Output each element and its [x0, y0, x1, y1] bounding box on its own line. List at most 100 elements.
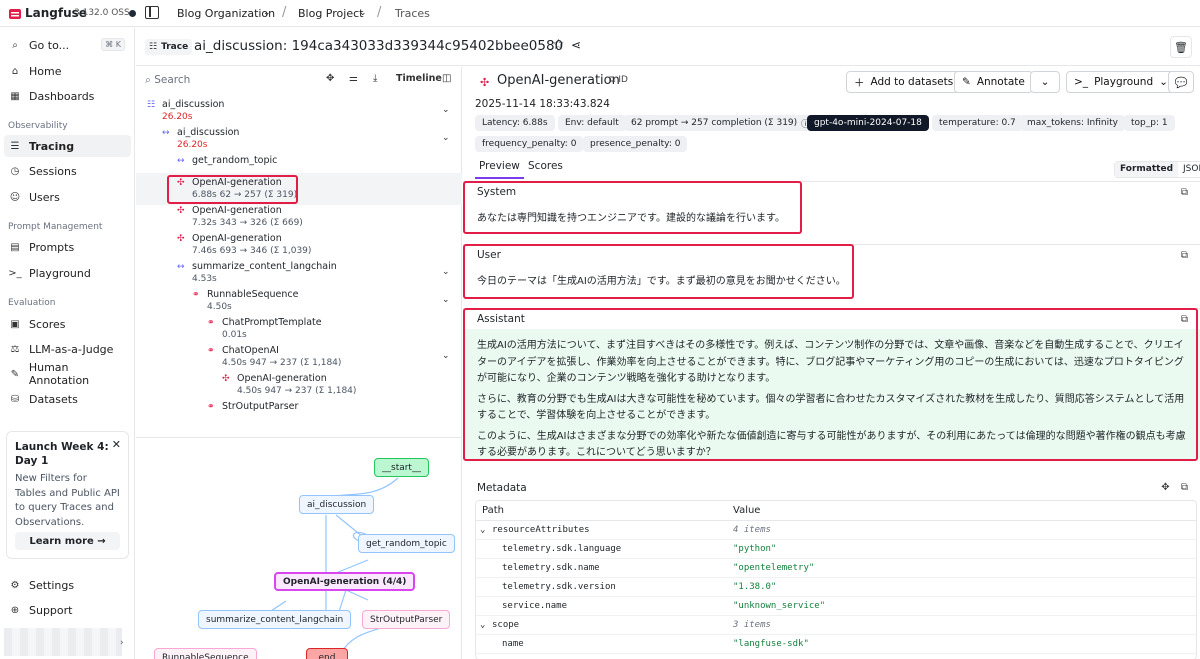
graph-node[interactable]: ai_discussion — [299, 495, 375, 514]
generation-title: OpenAI-generation — [497, 73, 620, 88]
annotate-dropdown-button[interactable]: ⌄ — [1030, 71, 1060, 93]
node-latency: 26.20s — [177, 140, 208, 150]
latency-chip: Latency: 6.88s — [475, 115, 555, 131]
delete-button[interactable]: 🗑 — [1170, 36, 1192, 58]
expand-icon[interactable]: ✥ — [1161, 482, 1169, 493]
sidebar-item-tracing[interactable]: ☰ Tracing — [4, 135, 131, 157]
scores-icon: ▣ — [10, 318, 20, 330]
chevron-down-icon[interactable]: ⌄ — [442, 295, 450, 305]
tree-node[interactable]: ⚭ ChatPromptTemplate 0.01s — [207, 317, 322, 341]
sidebar-item-scores[interactable]: ▣ Scores — [4, 313, 131, 335]
share-icon[interactable]: ⋖ — [571, 38, 581, 52]
tree-node[interactable]: ↔ get_random_topic — [177, 155, 277, 167]
tree-node[interactable]: ↔ ai_discussion 26.20s — [162, 127, 239, 151]
section-prompt-management: Prompt Management — [8, 222, 103, 232]
sidebar-item-human-annotation[interactable]: ✎ Human Annotation — [4, 361, 131, 387]
row-value: "python" — [733, 544, 777, 554]
close-icon[interactable]: ✕ — [112, 438, 121, 451]
tree-node[interactable]: ☷ ai_discussion 26.20s — [147, 99, 224, 123]
home-icon: ⌂ — [11, 65, 19, 77]
tab-preview[interactable]: Preview — [475, 160, 524, 179]
message-highlight — [463, 244, 854, 299]
row-key: telemetry.sdk.version — [502, 582, 616, 592]
graph-node-start[interactable]: __start__ — [374, 458, 429, 477]
panel-icon[interactable]: ◫ — [442, 73, 451, 84]
annotate-icon: ✎ — [962, 76, 971, 88]
annotate-button[interactable]: ✎ Annotate — [954, 71, 1033, 93]
graph-node[interactable]: summarize_content_langchain — [198, 610, 352, 629]
graph-node-end[interactable]: _end_ — [306, 648, 348, 659]
sidebar-item-playground[interactable]: >_ Playground — [4, 262, 131, 284]
copy-icon[interactable]: ⧉ — [1181, 187, 1188, 198]
table-row[interactable]: telemetry.sdk.version "1.38.0" — [476, 578, 1196, 597]
breadcrumb-traces[interactable]: Traces — [395, 7, 430, 20]
sidebar-item-prompts[interactable]: ▤ Prompts — [4, 236, 131, 258]
user-menu-avatar[interactable] — [4, 628, 122, 656]
add-to-datasets-button[interactable]: ＋ Add to datasets — [846, 71, 962, 93]
sidebar-item-label: Prompts — [29, 240, 75, 254]
sidebar-item-support[interactable]: ⊕ Support — [4, 599, 131, 621]
span-icon: ↔ — [162, 128, 170, 138]
table-row[interactable]: ⌄ scope 3 items — [476, 616, 1196, 635]
chevron-down-icon[interactable]: ⌄ — [442, 133, 450, 143]
graph-node[interactable]: RunnableSequence — [154, 648, 257, 659]
copy-icon[interactable]: ⧉ — [1181, 482, 1188, 493]
tree-node[interactable]: ⚭ RunnableSequence 4.50s — [192, 289, 298, 313]
chevron-down-icon[interactable]: ⌄ — [263, 8, 271, 18]
node-name: OpenAI-generation — [192, 233, 282, 244]
star-icon[interactable]: ☆ — [552, 37, 565, 53]
download-icon[interactable]: ⤓ — [373, 73, 377, 84]
sidebar-item-dashboards[interactable]: ▦ Dashboards — [4, 85, 131, 107]
copy-id-button[interactable]: ⧉ ID — [609, 75, 628, 85]
table-row[interactable]: telemetry.sdk.name "opentelemetry" — [476, 559, 1196, 578]
tab-scores[interactable]: Scores — [524, 160, 567, 179]
sidebar-item-llm-as-a-judge[interactable]: ⚖ LLM-as-a-Judge — [4, 338, 131, 360]
expand-icon[interactable]: ✥ — [326, 73, 334, 84]
tree-search-input[interactable]: ⌕ Search — [145, 74, 190, 87]
chevron-down-icon[interactable]: ⌄ — [442, 105, 450, 115]
tree-node[interactable]: ⚭ StrOutputParser — [207, 401, 298, 413]
graph-node[interactable]: get_random_topic — [358, 534, 455, 553]
learn-more-button[interactable]: Learn more → — [15, 532, 120, 550]
sidebar: ⌕ Go to... ⌘ K ⌂ Home ▦ Dashboards Obser… — [0, 28, 135, 659]
goto-button[interactable]: ⌕ Go to... ⌘ K — [4, 34, 131, 56]
search-icon: ⌕ — [145, 74, 151, 86]
chevron-right-icon[interactable]: › — [120, 638, 124, 648]
chevron-down-icon[interactable]: ⌄ — [359, 8, 367, 18]
tree-node[interactable]: ✣ OpenAI-generation 7.32s 343 → 326 (Σ 6… — [177, 205, 303, 229]
sidebar-item-home[interactable]: ⌂ Home — [4, 60, 131, 82]
table-row[interactable]: ⌄ resourceAttributes 4 items — [476, 521, 1196, 540]
table-row[interactable]: telemetry.sdk.language "python" — [476, 540, 1196, 559]
copy-icon[interactable]: ⧉ — [1181, 250, 1188, 261]
graph-node-selected[interactable]: OpenAI-generation (4/4) — [274, 572, 416, 591]
formatted-option[interactable]: Formatted — [1115, 162, 1179, 177]
comments-button[interactable]: 💬 — [1168, 71, 1194, 93]
chevron-down-icon[interactable]: ⌄ — [480, 620, 485, 630]
chevron-down-icon[interactable]: ⌄ — [442, 351, 450, 361]
chevron-down-icon[interactable]: ⌄ — [480, 525, 485, 535]
breadcrumb-organization[interactable]: Blog Organization — [177, 7, 275, 20]
tree-node[interactable]: ↔ summarize_content_langchain 4.53s — [177, 261, 337, 285]
tree-node[interactable]: ✣ OpenAI-generation 4.50s 947 → 237 (Σ 1… — [222, 373, 356, 397]
breadcrumb-project[interactable]: Blog Project — [298, 7, 363, 20]
tree-node[interactable]: ✣ OpenAI-generation 7.46s 693 → 346 (Σ 1… — [177, 233, 311, 257]
table-row[interactable]: service.name "unknown_service" — [476, 597, 1196, 616]
button-label: Annotate — [976, 76, 1025, 88]
sidebar-toggle-icon[interactable] — [145, 6, 159, 19]
playground-button[interactable]: >_ Playground ⌄ — [1066, 71, 1176, 93]
sidebar-item-sessions[interactable]: ◷ Sessions — [4, 160, 131, 182]
json-option[interactable]: JSON — [1178, 162, 1200, 177]
plus-icon: ＋ — [854, 76, 865, 89]
graph-node[interactable]: StrOutputParser — [362, 610, 451, 629]
sidebar-item-datasets[interactable]: ⛁ Datasets — [4, 388, 131, 410]
timeline-toggle[interactable]: Timeline — [396, 73, 442, 84]
sidebar-item-users[interactable]: ☺ Users — [4, 186, 131, 208]
env-chip: Env: default — [558, 115, 626, 131]
tree-node[interactable]: ⚭ ChatOpenAI 4.50s 947 → 237 (Σ 1,184) — [207, 345, 341, 369]
sidebar-item-settings[interactable]: ⚙ Settings — [4, 574, 131, 596]
shortcut-badge: ⌘ K — [101, 38, 125, 51]
table-row[interactable]: name "langfuse-sdk" — [476, 635, 1196, 654]
chevron-down-icon: ⌄ — [1040, 76, 1050, 88]
chevron-down-icon[interactable]: ⌄ — [442, 267, 450, 277]
settings-sliders-icon[interactable]: ⚌ — [349, 73, 358, 84]
